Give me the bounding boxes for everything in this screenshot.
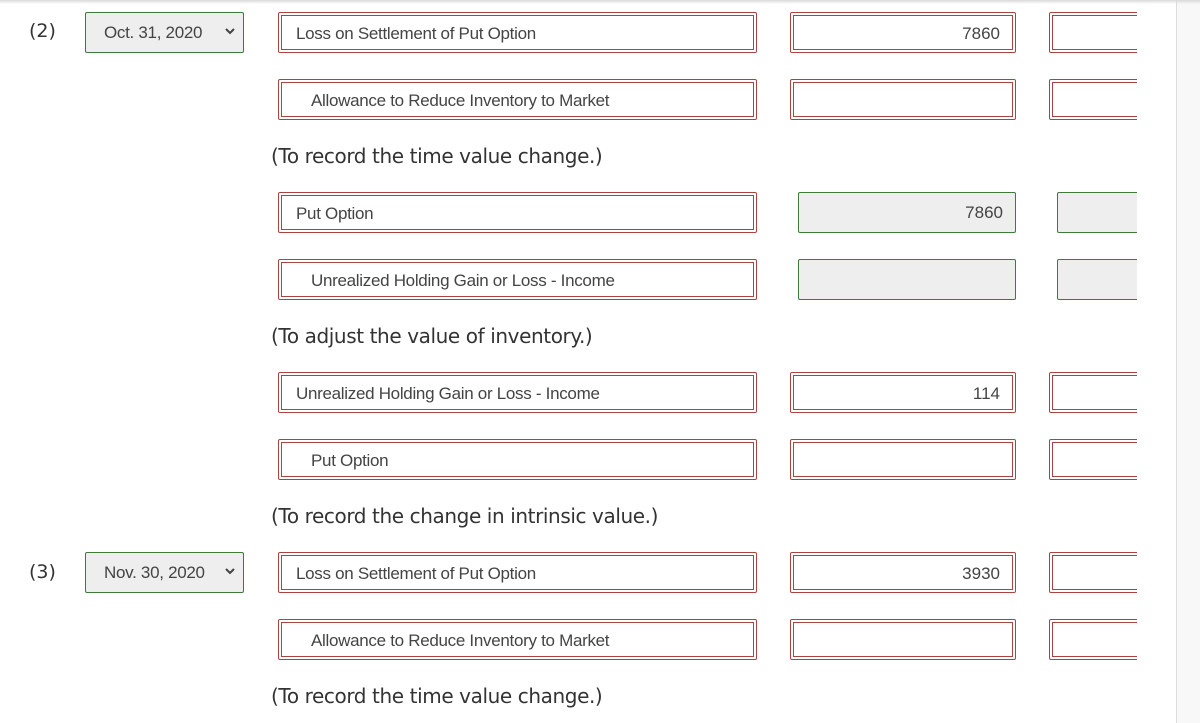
entry-memo: (To record the time value change.) [271,684,603,708]
date-select-value: Oct. 31, 2020 [104,23,203,42]
account-input[interactable]: Loss on Settlement of Put Option [278,552,757,593]
credit-input[interactable] [1049,12,1137,53]
credit-input[interactable] [1057,259,1137,300]
entry-memo: (To record the change in intrinsic value… [271,504,659,528]
top-shadow [0,0,1200,4]
entry-memo: (To adjust the value of inventory.) [271,324,593,348]
credit-input[interactable] [1049,79,1137,120]
debit-value: 3930 [962,564,1000,583]
credit-input[interactable] [1049,439,1137,480]
account-text: Loss on Settlement of Put Option [296,24,536,43]
account-input[interactable]: Allowance to Reduce Inventory to Market [278,619,757,660]
debit-input[interactable]: 7860 [798,192,1016,233]
debit-value: 7860 [962,24,1000,43]
credit-input[interactable] [1049,619,1137,660]
account-text: Put Option [311,451,389,470]
debit-input[interactable] [790,79,1016,120]
account-input[interactable]: Unrealized Holding Gain or Loss - Income [278,372,757,413]
date-select[interactable]: Nov. 30, 2020 [85,552,244,593]
account-text: Unrealized Holding Gain or Loss - Income [296,384,600,403]
account-input[interactable]: Allowance to Reduce Inventory to Market [278,79,757,120]
account-text: Put Option [296,204,374,223]
chevron-down-icon [225,568,235,575]
credit-input[interactable] [1049,372,1137,413]
account-text: Unrealized Holding Gain or Loss - Income [311,271,615,290]
debit-value: 114 [972,384,1000,403]
debit-input[interactable]: 7860 [790,12,1016,53]
debit-value: 7860 [965,203,1003,222]
entry-memo: (To record the time value change.) [271,144,603,168]
entry-number: (2) [29,20,56,42]
scrollbar-gutter[interactable] [1176,0,1200,723]
account-input[interactable]: Loss on Settlement of Put Option [278,12,757,53]
date-select[interactable]: Oct. 31, 2020 [85,12,244,53]
journal-entry-form: (2) Oct. 31, 2020 Loss on Settlement of … [0,0,1137,723]
account-text: Allowance to Reduce Inventory to Market [311,631,610,650]
account-input[interactable]: Put Option [278,439,757,480]
debit-input[interactable] [798,259,1016,300]
entry-number: (3) [29,561,56,583]
account-input[interactable]: Put Option [278,192,757,233]
debit-input[interactable]: 3930 [790,552,1016,593]
debit-input[interactable] [790,619,1016,660]
account-input[interactable]: Unrealized Holding Gain or Loss - Income [278,259,757,300]
credit-input[interactable] [1049,552,1137,593]
account-text: Allowance to Reduce Inventory to Market [311,91,610,110]
date-select-value: Nov. 30, 2020 [104,563,205,582]
account-text: Loss on Settlement of Put Option [296,564,536,583]
chevron-down-icon [225,28,235,35]
debit-input[interactable]: 114 [790,372,1016,413]
credit-input[interactable] [1057,192,1137,233]
debit-input[interactable] [790,439,1016,480]
